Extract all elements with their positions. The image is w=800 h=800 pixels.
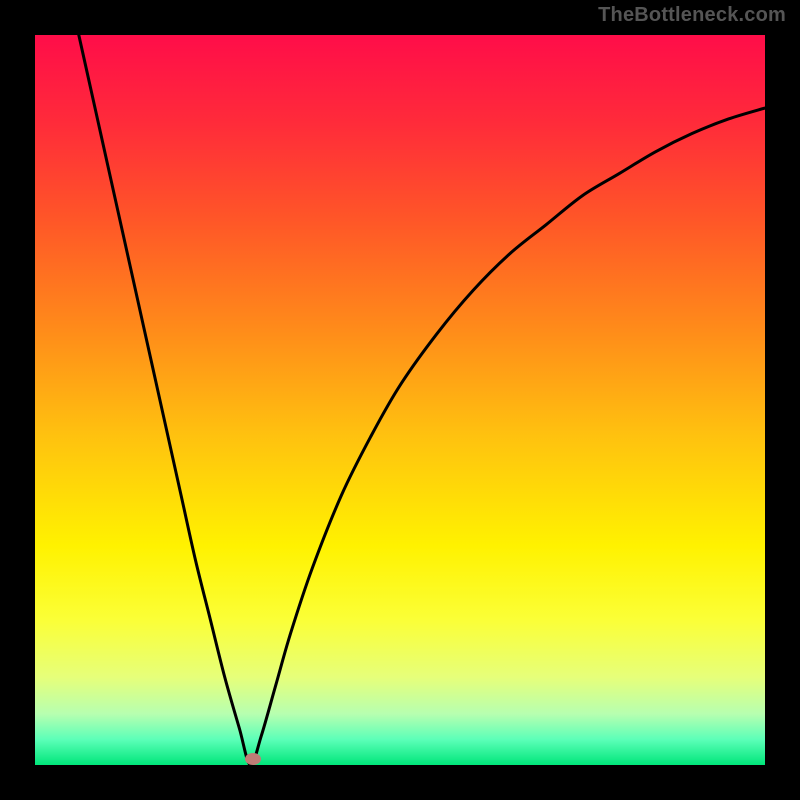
optimal-point-marker: [245, 753, 261, 765]
plot-area: [35, 35, 765, 765]
watermark-text: TheBottleneck.com: [598, 4, 786, 27]
bottleneck-curve: [35, 35, 765, 765]
chart-frame: TheBottleneck.com: [0, 0, 800, 800]
